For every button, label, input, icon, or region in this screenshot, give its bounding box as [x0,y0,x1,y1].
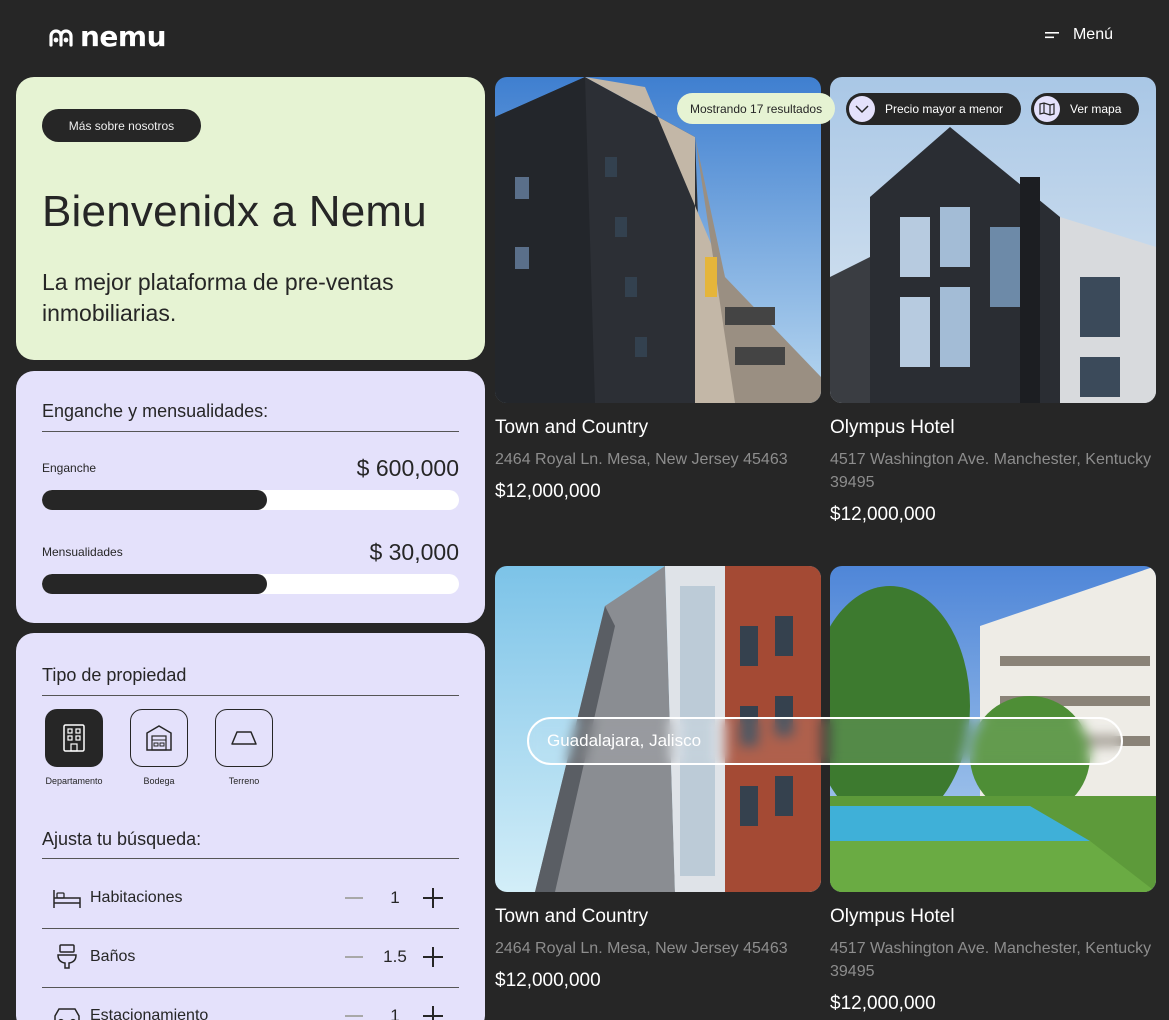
property-price: $12,000,000 [830,993,936,1014]
property-type-button[interactable] [130,709,188,767]
down-payment-slider-fill[interactable] [42,490,268,510]
property-type-label: Terreno [228,776,260,786]
property-price: $12,000,000 [830,504,936,525]
currency-symbol: $ [356,455,370,481]
warehouse-icon [146,725,172,751]
building-photo [495,77,821,403]
increment-button[interactable] [423,888,443,908]
logo-icon [49,28,73,47]
property-type-button[interactable] [45,709,103,767]
down-payment-amount: 600,000 [375,455,459,481]
filters-card: Tipo de propiedad Departamento Bodega Te… [16,633,485,1020]
property-type-title: Tipo de propiedad [42,665,187,685]
car-icon [54,1008,80,1020]
decrement-button[interactable] [345,956,363,958]
monthly-slider-fill[interactable] [42,574,268,594]
building-icon [63,724,85,752]
monthly-value: $ 30,000 [369,539,459,566]
property-price: $12,000,000 [495,970,601,991]
adjust-search-title: Ajusta tu búsqueda: [42,829,202,849]
welcome-subtitle: La mejor plataforma de pre-ventas inmobi… [42,269,394,326]
about-us-button[interactable]: Más sobre nosotros [42,109,201,142]
finance-card: Enganche y mensualidades: Enganche $ 600… [16,371,485,623]
increment-button[interactable] [423,947,443,967]
stepper-label: Estacionamiento [90,1007,209,1020]
property-name[interactable]: Olympus Hotel [830,417,1156,439]
property-type-label: Departamento [45,776,103,786]
property-photo[interactable] [495,77,821,403]
down-payment-slider[interactable] [42,490,459,510]
divider [42,858,459,859]
property-card[interactable]: Town and Country 2464 Royal Ln. Mesa, Ne… [495,77,821,503]
stepper-label: Baños [90,948,136,965]
estacionamiento-stepper: 1 [345,1006,443,1020]
property-photo[interactable] [830,77,1156,403]
map-label: Ver mapa [1070,102,1122,116]
property-price: $12,000,000 [495,481,601,502]
location-search-input[interactable] [527,717,1123,765]
property-address: 4517 Washington Ave. Manchester, Kentuck… [830,940,1152,980]
toilet-icon [57,944,77,969]
property-name[interactable]: Olympus Hotel [830,906,1156,928]
banos-stepper: 1.5 [345,947,443,967]
property-card[interactable]: Olympus Hotel 4517 Washington Ave. Manch… [830,77,1156,526]
property-type-terreno[interactable]: Terreno [215,709,273,786]
menu-icon [1044,32,1059,39]
property-type-button[interactable] [215,709,273,767]
logo[interactable]: nemu [48,20,167,53]
finance-title: Enganche y mensualidades: [42,401,269,421]
map-circle [1034,96,1060,122]
menu-label: Menú [1072,26,1113,43]
divider [42,928,459,929]
stepper-value: 1 [390,1006,400,1020]
divider [42,695,459,696]
property-type-bodega[interactable]: Bodega [130,709,188,786]
property-card[interactable]: Town and Country 2464 Royal Ln. Mesa, Ne… [495,566,821,992]
property-type-departamento[interactable]: Departamento [45,709,103,786]
chevron-circle [849,96,875,122]
property-address: 2464 Royal Ln. Mesa, New Jersey 45463 [495,451,788,468]
sort-dropdown[interactable]: Precio mayor a menor [846,93,1021,125]
land-icon [231,731,257,745]
monthly-slider[interactable] [42,574,459,594]
monthly-label: Mensualidades [42,545,123,559]
stepper-row-estacionamiento: Estacionamiento 1 [42,991,459,1020]
chevron-down-icon [855,104,869,113]
property-name[interactable]: Town and Country [495,906,821,928]
down-payment-value: $ 600,000 [357,455,459,482]
sort-label: Precio mayor a menor [885,102,1004,116]
view-map-button[interactable]: Ver mapa [1031,93,1139,125]
stepper-value: 1.5 [383,947,407,966]
increment-button[interactable] [423,1006,443,1020]
map-icon [1039,102,1055,116]
habitaciones-stepper: 1 [345,888,443,908]
down-payment-label: Enganche [42,461,97,475]
property-address: 4517 Washington Ave. Manchester, Kentuck… [830,451,1152,491]
stepper-value: 1 [390,888,400,907]
monthly-amount: 30,000 [388,539,459,565]
stepper-label: Habitaciones [90,889,183,906]
welcome-card: Más sobre nosotros Bienvenidx a Nemu La … [16,77,485,360]
stepper-row-banos: Baños 1.5 [42,932,459,982]
decrement-button[interactable] [345,897,363,899]
property-address: 2464 Royal Ln. Mesa, New Jersey 45463 [495,940,788,957]
building-photo [830,77,1156,403]
top-bar: nemu Menú [0,0,1169,72]
divider [42,431,459,432]
property-name[interactable]: Town and Country [495,417,821,439]
bed-icon [53,890,81,908]
stepper-row-habitaciones: Habitaciones 1 [42,873,459,923]
results-count-badge: Mostrando 17 resultados [677,93,836,124]
property-type-label: Bodega [143,776,175,786]
decrement-button[interactable] [345,1015,363,1017]
welcome-title: Bienvenidx a Nemu [42,187,427,236]
menu-button[interactable]: Menú [1044,26,1113,44]
logo-text: nemu [80,20,167,53]
property-card[interactable]: Olympus Hotel 4517 Washington Ave. Manch… [830,566,1156,1015]
currency-symbol: $ [369,539,383,565]
divider [42,987,459,988]
